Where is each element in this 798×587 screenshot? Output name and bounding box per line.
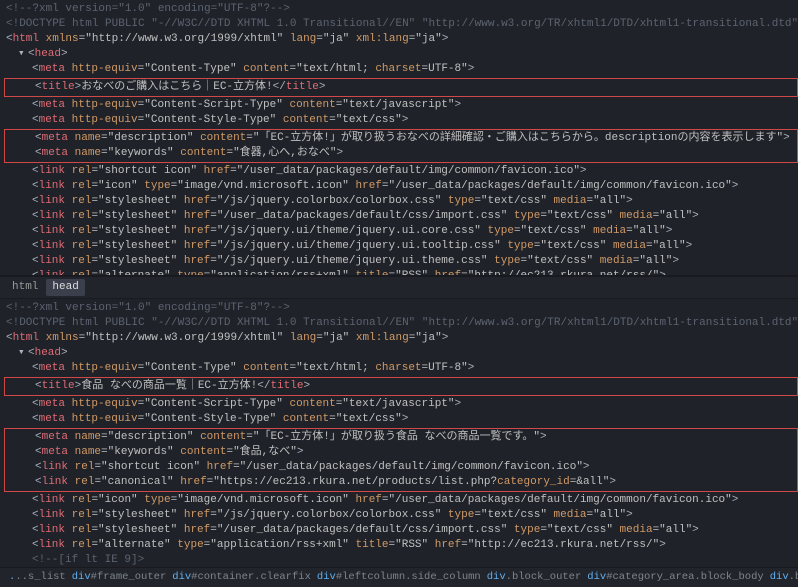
code-line[interactable]: <title>食品 なべの商品一覧｜EC-立方体!</title> [7, 379, 795, 394]
code-line[interactable]: <!--?xml version="1.0" encoding="UTF-8"?… [4, 2, 798, 17]
dom-path-statusbar[interactable]: ...s_listdiv#frame_outerdiv#container.cl… [0, 567, 798, 587]
code-line[interactable]: <link rel="alternate" type="application/… [4, 538, 798, 553]
code-line[interactable]: <meta name="keywords" content="食品,なべ"> [7, 445, 795, 460]
code-line[interactable]: <meta http-equiv="Content-Type" content=… [4, 361, 798, 376]
status-path-segment[interactable]: div#leftcolumn.side_column [314, 570, 484, 585]
code-line[interactable]: <html xmlns="http://www.w3.org/1999/xhtm… [4, 32, 798, 47]
code-line[interactable]: <link rel="stylesheet" href="/js/jquery.… [4, 254, 798, 269]
code-line[interactable]: <!DOCTYPE html PUBLIC "-//W3C//DTD XHTML… [4, 17, 798, 32]
status-path-segment[interactable]: div#category_area.block_body [584, 570, 766, 585]
code-pane-top[interactable]: <!--?xml version="1.0" encoding="UTF-8"?… [0, 0, 798, 275]
code-line[interactable]: <title>おなべのご購入はこちら｜EC-立方体!</title> [7, 80, 795, 95]
status-path-segment[interactable]: div#container.clearfix [169, 570, 314, 585]
code-line[interactable]: ▾<head> [4, 346, 798, 361]
highlight-box-top-1: <title>おなべのご購入はこちら｜EC-立方体!</title> [4, 78, 798, 97]
code-pane-bottom[interactable]: <!--?xml version="1.0" encoding="UTF-8"?… [0, 299, 798, 567]
code-line[interactable]: <!DOCTYPE html PUBLIC "-//W3C//DTD XHTML… [4, 316, 798, 331]
status-path-segment[interactable]: ...s_list [6, 570, 69, 585]
code-line[interactable]: <link rel="shortcut icon" href="/user_da… [4, 164, 798, 179]
code-line[interactable]: <link rel="icon" type="image/vnd.microso… [4, 493, 798, 508]
code-line[interactable]: <meta name="description" content="「EC-立方… [7, 430, 795, 445]
code-line[interactable]: <meta http-equiv="Content-Style-Type" co… [4, 113, 798, 128]
code-line[interactable]: <meta http-equiv="Content-Script-Type" c… [4, 397, 798, 412]
code-line[interactable]: <link rel="canonical" href="https://ec21… [7, 475, 795, 490]
highlight-box-bot-2: <meta name="description" content="「EC-立方… [4, 428, 798, 492]
code-line[interactable]: <link rel="stylesheet" href="/user_data/… [4, 523, 798, 538]
highlight-box-bot-1: <title>食品 なべの商品一覧｜EC-立方体!</title> [4, 377, 798, 396]
code-line[interactable]: <!--[if lt IE 9]> [4, 553, 798, 567]
code-line[interactable]: <meta http-equiv="Content-Type" content=… [4, 62, 798, 77]
breadcrumb-item[interactable]: head [46, 279, 84, 296]
status-path-segment[interactable]: div#frame_outer [69, 570, 170, 585]
code-line[interactable]: <link rel="stylesheet" href="/user_data/… [4, 209, 798, 224]
breadcrumb-item[interactable]: html [6, 279, 44, 296]
code-line[interactable]: <link rel="stylesheet" href="/js/jquery.… [4, 239, 798, 254]
status-path-segment[interactable]: div.block_body [767, 570, 798, 585]
code-line[interactable]: <html xmlns="http://www.w3.org/1999/xhtm… [4, 331, 798, 346]
code-line[interactable]: <link rel="stylesheet" href="/js/jquery.… [4, 194, 798, 209]
code-line[interactable]: <link rel="shortcut icon" href="/user_da… [7, 460, 795, 475]
status-path-segment[interactable]: div.block_outer [484, 570, 585, 585]
highlight-box-top-2: <meta name="description" content="「EC-立方… [4, 129, 798, 163]
code-line[interactable]: ▾<head> [4, 47, 798, 62]
breadcrumb: htmlhead [0, 276, 798, 299]
code-line[interactable]: <link rel="icon" type="image/vnd.microso… [4, 179, 798, 194]
code-line[interactable]: <meta http-equiv="Content-Script-Type" c… [4, 98, 798, 113]
code-line[interactable]: <link rel="stylesheet" href="/js/jquery.… [4, 508, 798, 523]
code-line[interactable]: <meta name="keywords" content="食器,心へ,おなべ… [7, 146, 795, 161]
code-line[interactable]: <meta name="description" content="「EC-立方… [7, 131, 795, 146]
code-line[interactable]: <link rel="stylesheet" href="/js/jquery.… [4, 224, 798, 239]
code-line[interactable]: <!--?xml version="1.0" encoding="UTF-8"?… [4, 301, 798, 316]
code-line[interactable]: <meta http-equiv="Content-Style-Type" co… [4, 412, 798, 427]
